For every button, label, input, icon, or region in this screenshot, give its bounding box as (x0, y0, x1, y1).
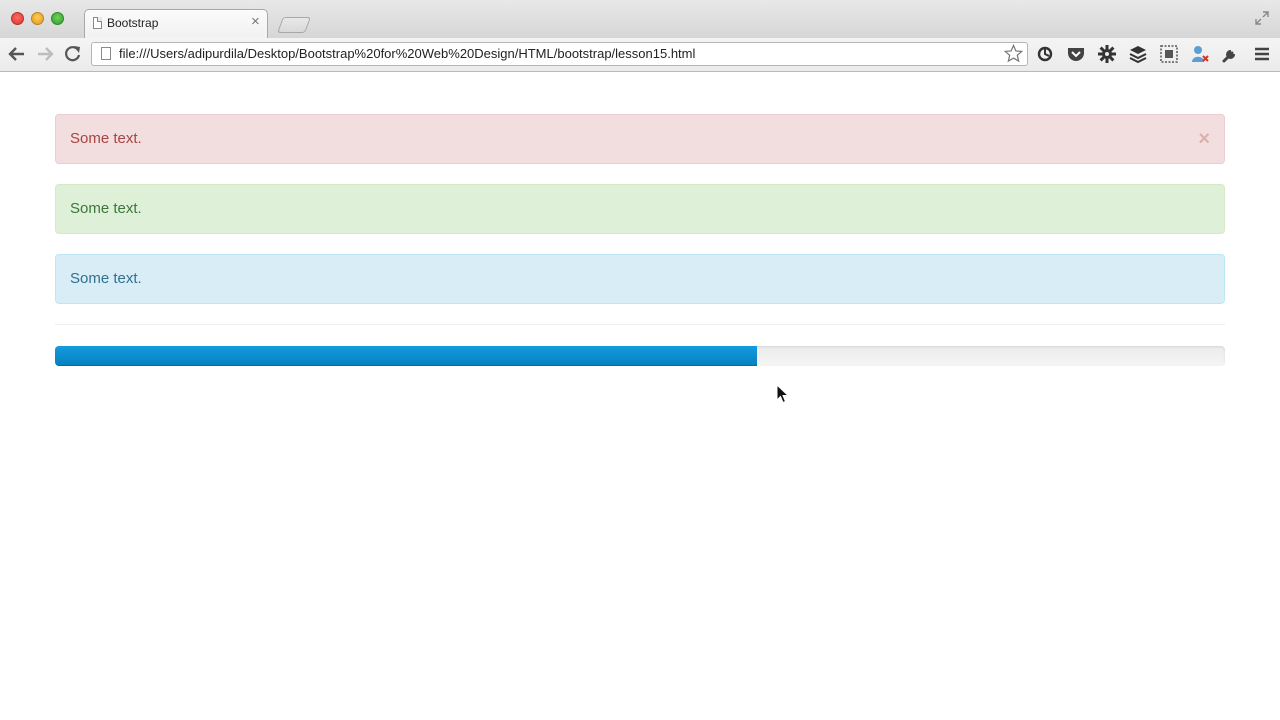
new-tab-button[interactable] (277, 17, 311, 33)
reload-icon[interactable] (62, 44, 84, 64)
alert-close-icon[interactable]: × (1198, 129, 1210, 149)
tab-close-icon[interactable]: × (251, 14, 260, 30)
menu-icon[interactable] (1252, 44, 1272, 64)
buffer-extension-icon[interactable] (1128, 44, 1148, 64)
tab-title: Bootstrap (107, 16, 159, 30)
fullscreen-icon[interactable] (1254, 10, 1270, 26)
progress-bar-fill (55, 346, 757, 366)
alert-danger: Some text. × (55, 114, 1225, 164)
mouse-cursor-icon (776, 384, 790, 404)
pocket-extension-icon[interactable] (1066, 44, 1086, 64)
gear-icon[interactable] (1097, 44, 1117, 64)
window-zoom-button[interactable] (51, 12, 64, 25)
page-icon (93, 17, 102, 29)
progress-bar-track (55, 346, 1225, 366)
url-page-icon (101, 47, 111, 60)
sync-extension-icon[interactable] (1035, 44, 1055, 64)
alert-success: Some text. (55, 184, 1225, 234)
window-close-button[interactable] (11, 12, 24, 25)
wrench-icon[interactable] (1221, 44, 1241, 64)
user-extension-icon[interactable] (1190, 44, 1210, 64)
window-minimize-button[interactable] (31, 12, 44, 25)
screenshot-extension-icon[interactable] (1159, 44, 1179, 64)
url-text[interactable]: file:///Users/adipurdila/Desktop/Bootstr… (119, 46, 695, 61)
alert-text: Some text. (70, 130, 142, 147)
alert-info: Some text. (55, 254, 1225, 304)
alert-text: Some text. (70, 270, 142, 287)
bookmark-star-icon[interactable] (1004, 44, 1023, 63)
back-icon[interactable] (6, 44, 28, 64)
horizontal-rule (55, 324, 1225, 325)
forward-icon[interactable] (34, 44, 56, 64)
alert-text: Some text. (70, 200, 142, 217)
